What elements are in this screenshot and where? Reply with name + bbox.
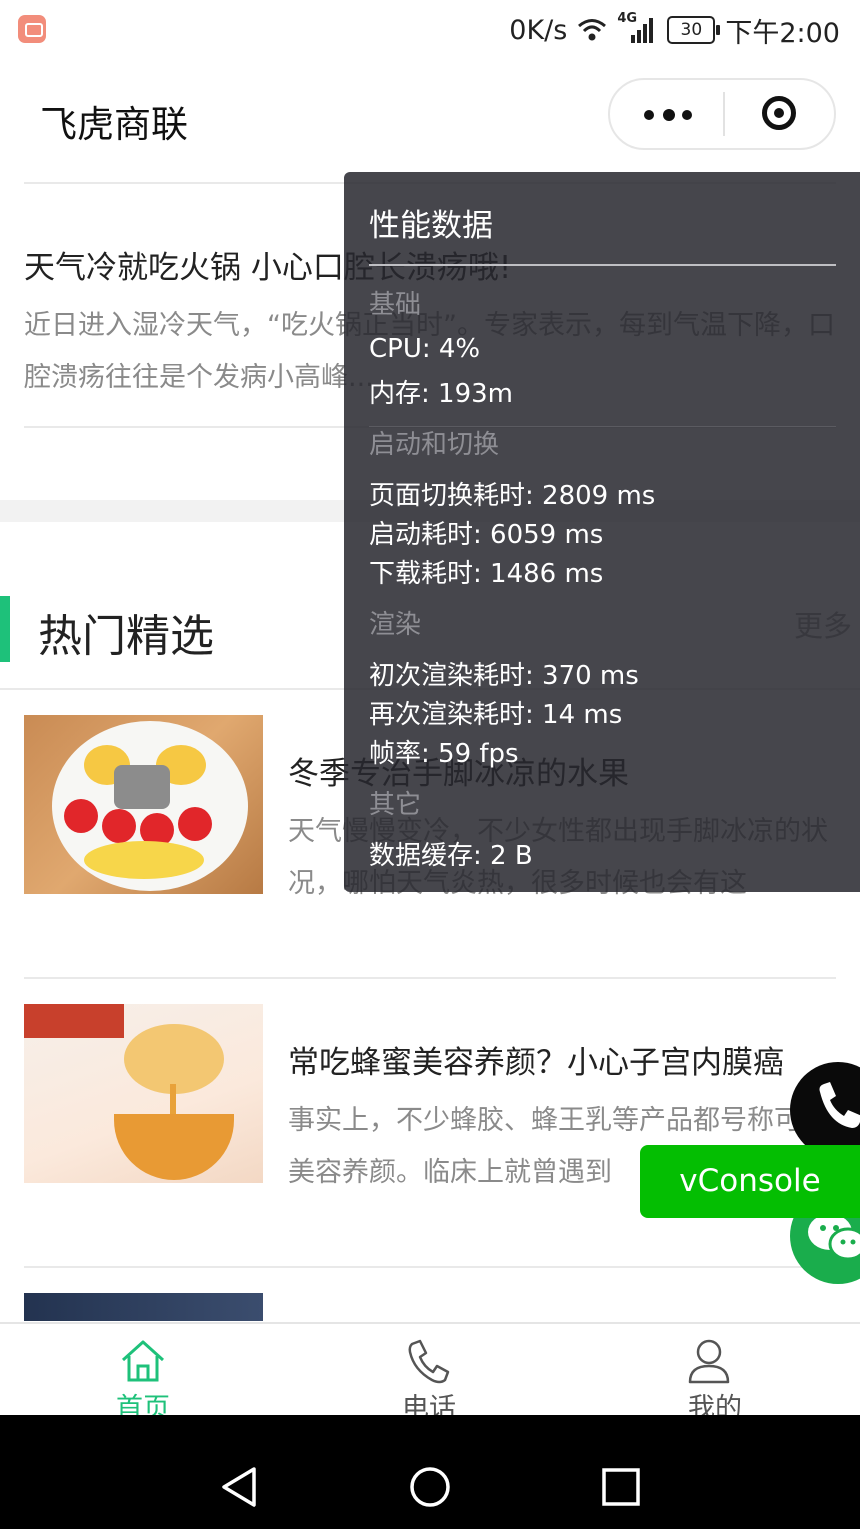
home-button-icon[interactable] xyxy=(408,1465,452,1509)
performance-panel: 性能数据 基础 CPU: 4% 内存: 193m 启动和切换 页面切换耗时: 2… xyxy=(344,172,860,892)
tab-mine[interactable]: 我的 xyxy=(572,1324,858,1424)
perf-category-other: 其它 xyxy=(369,790,422,820)
tab-home[interactable]: 首页 xyxy=(0,1324,286,1424)
page-title: 飞虎商联 xyxy=(40,103,188,146)
perf-page-switch: 页面切换耗时: 2809 ms xyxy=(369,481,656,511)
perf-fps: 帧率: 59 fps xyxy=(369,739,519,769)
clock: 下午2:00 xyxy=(725,17,840,49)
perf-memory: 内存: 193m xyxy=(369,379,513,409)
section-accent-bar xyxy=(0,596,10,662)
perf-category-launch: 启动和切换 xyxy=(369,430,500,460)
vconsole-button[interactable]: vConsole xyxy=(640,1145,860,1218)
user-icon xyxy=(688,1339,730,1384)
wifi-icon xyxy=(578,19,607,41)
signal-icon: 4G xyxy=(617,11,657,45)
item-title[interactable]: 常吃蜂蜜美容养颜？小心子宫内膜癌 xyxy=(288,1037,784,1082)
item-thumbnail-honey[interactable] xyxy=(24,1004,263,1183)
close-mini-program-button[interactable] xyxy=(762,96,796,130)
app-notification-icon xyxy=(18,15,46,43)
section-title: 热门精选 xyxy=(38,611,214,662)
status-bar: 0K/s 4G 30 下午2:00 xyxy=(0,0,860,60)
status-indicators: 0K/s 4G 30 下午2:00 xyxy=(509,10,840,50)
perf-cache: 数据缓存: 2 B xyxy=(369,841,533,871)
call-button[interactable] xyxy=(790,1062,860,1158)
network-speed: 0K/s xyxy=(509,14,568,46)
perf-category-basic: 基础 xyxy=(369,290,422,320)
phone-icon xyxy=(819,1082,860,1128)
perf-re-render: 再次渲染耗时: 14 ms xyxy=(369,700,623,730)
battery-icon: 30 xyxy=(667,16,721,44)
recents-icon[interactable] xyxy=(601,1467,641,1507)
system-nav-bar xyxy=(0,1415,860,1529)
item-thumbnail-fruit[interactable] xyxy=(24,715,263,894)
perf-launch-time: 启动耗时: 6059 ms xyxy=(369,520,604,550)
item-thumbnail[interactable] xyxy=(24,1293,263,1321)
perf-cpu: CPU: 4% xyxy=(369,334,481,364)
divider xyxy=(369,264,836,266)
nav-bar: 飞虎商联 xyxy=(0,60,860,170)
divider xyxy=(24,1266,836,1268)
back-icon[interactable] xyxy=(218,1465,262,1509)
more-menu-button[interactable] xyxy=(644,104,692,126)
phone-icon xyxy=(408,1339,450,1384)
mini-program-capsule xyxy=(608,78,836,150)
tab-bar: 首页 电话 我的 xyxy=(0,1322,860,1424)
home-icon xyxy=(121,1340,165,1382)
performance-panel-title: 性能数据 xyxy=(369,208,493,244)
perf-download-time: 下载耗时: 1486 ms xyxy=(369,559,604,589)
divider xyxy=(24,977,836,979)
perf-category-render: 渲染 xyxy=(369,610,422,640)
capsule-divider xyxy=(723,92,725,136)
tab-phone[interactable]: 电话 xyxy=(286,1324,572,1424)
perf-first-render: 初次渲染耗时: 370 ms xyxy=(369,661,639,691)
